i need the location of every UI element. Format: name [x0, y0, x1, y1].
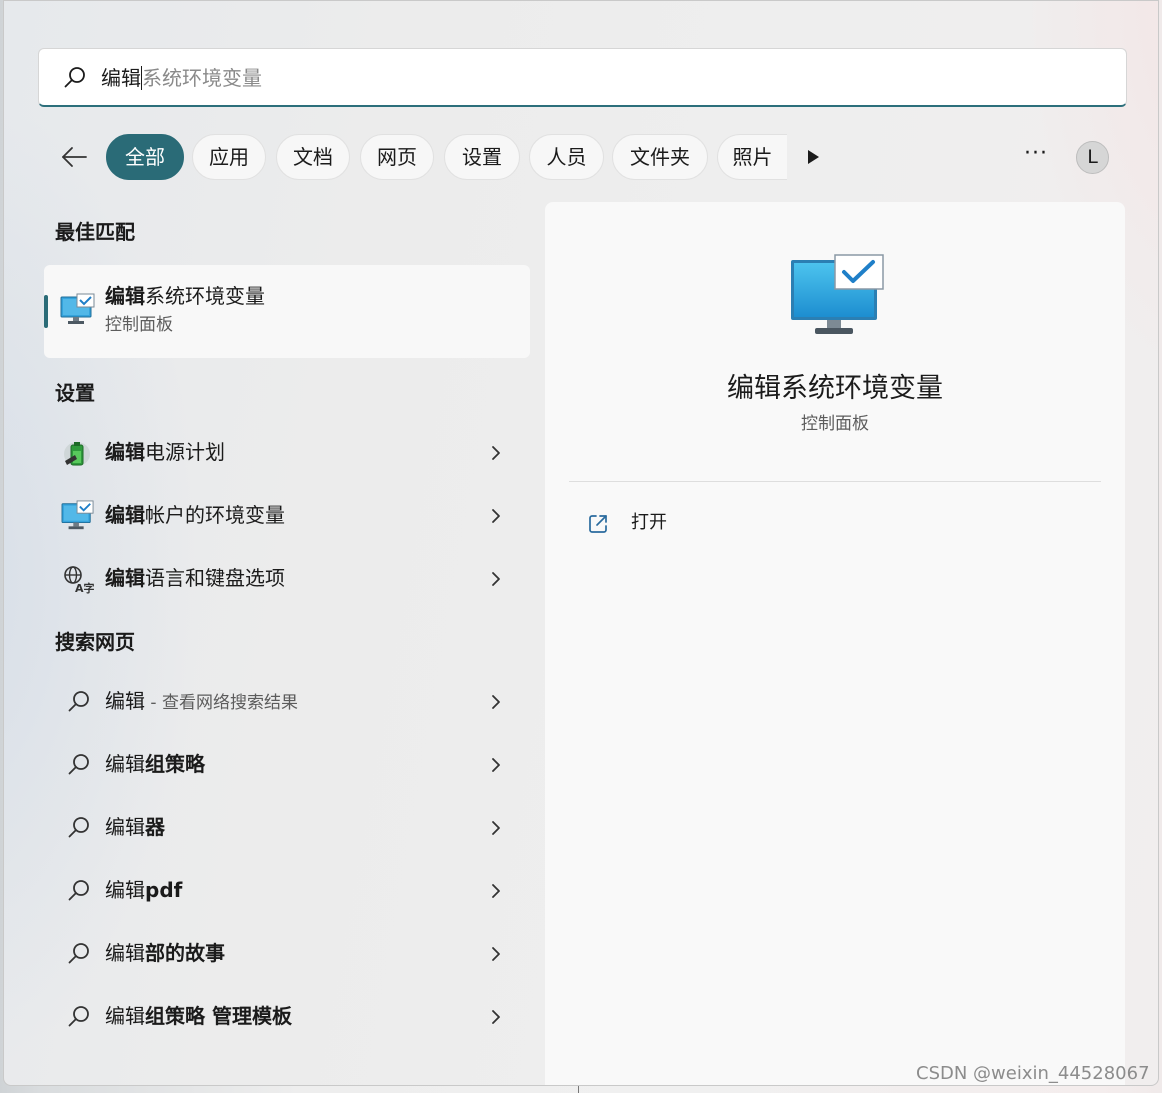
web-result-label: 编辑 - 查看网络搜索结果: [105, 689, 298, 713]
chevron-right-icon: [492, 947, 500, 961]
chevron-right-icon: [492, 446, 500, 460]
web-result-item[interactable]: 编辑 - 查看网络搜索结果: [44, 674, 530, 730]
svg-text:A字: A字: [75, 581, 95, 595]
web-result-item[interactable]: 编辑部的故事: [44, 926, 530, 982]
settings-item-label: 编辑电源计划: [105, 440, 225, 464]
watermark-text: CSDN @weixin_44528067: [916, 1063, 1150, 1084]
settings-item-power-plan[interactable]: 编辑电源计划: [44, 425, 530, 481]
web-result-item[interactable]: 编辑组策略: [44, 737, 530, 793]
search-icon: [64, 67, 85, 88]
chevron-right-icon: [492, 572, 500, 586]
arrow-left-icon: [62, 147, 87, 167]
settings-item-account-env-vars[interactable]: 编辑帐户的环境变量: [44, 488, 530, 544]
search-suggestion-text: 系统环境变量: [142, 66, 262, 90]
chevron-right-icon: [492, 884, 500, 898]
open-action-label: 打开: [631, 512, 667, 533]
monitor-check-icon: [791, 254, 884, 334]
search-typed-text: 编辑: [101, 66, 141, 90]
settings-item-label: 编辑语言和键盘选项: [105, 566, 285, 590]
monitor-check-icon: [60, 293, 95, 324]
detail-subtitle: 控制面板: [801, 414, 869, 434]
divider: [569, 481, 1101, 482]
search-icon: [68, 691, 89, 712]
best-match-subtitle: 控制面板: [105, 315, 173, 335]
search-icon: [68, 880, 89, 901]
filter-settings[interactable]: 设置: [444, 134, 520, 180]
settings-item-label: 编辑帐户的环境变量: [105, 503, 285, 527]
web-result-label: 编辑组策略 管理模板: [105, 1004, 292, 1028]
search-input[interactable]: 编辑系统环境变量: [38, 48, 1127, 107]
back-button[interactable]: [56, 141, 92, 173]
search-icon: [68, 754, 89, 775]
filter-apps[interactable]: 应用: [192, 134, 266, 180]
search-window: 编辑系统环境变量 全部 应用 文档 网页 设置 人员 文件夹 照片 ··· L …: [3, 0, 1159, 1086]
open-action-button[interactable]: 打开: [575, 505, 775, 541]
more-options-button[interactable]: ···: [1022, 141, 1050, 171]
power-plan-icon: [64, 442, 90, 466]
settings-item-language-keyboard[interactable]: A字 编辑语言和键盘选项: [44, 551, 530, 607]
monitor-check-icon: [61, 500, 94, 530]
filter-web[interactable]: 网页: [360, 134, 434, 180]
settings-heading: 设置: [55, 381, 95, 405]
filter-folders[interactable]: 文件夹: [612, 134, 708, 180]
best-match-title: 编辑系统环境变量: [105, 283, 265, 309]
web-result-item[interactable]: 编辑组策略 管理模板: [44, 989, 530, 1045]
filter-people[interactable]: 人员: [529, 134, 604, 180]
web-result-label: 编辑器: [105, 815, 165, 839]
filter-all[interactable]: 全部: [106, 134, 184, 180]
divider: [578, 1086, 579, 1093]
best-match-title-rest: 系统环境变量: [145, 284, 265, 308]
scroll-right-icon[interactable]: [805, 147, 821, 167]
detail-panel: 编辑系统环境变量 控制面板 打开: [545, 202, 1125, 1085]
language-icon: A字: [64, 566, 95, 595]
search-icon: [68, 1006, 89, 1027]
web-search-heading: 搜索网页: [55, 630, 135, 654]
chevron-right-icon: [492, 1010, 500, 1024]
web-result-label: 编辑组策略: [105, 752, 205, 776]
search-icon: [68, 817, 89, 838]
chevron-right-icon: [492, 509, 500, 523]
chevron-right-icon: [492, 695, 500, 709]
user-avatar[interactable]: L: [1076, 141, 1109, 174]
best-match-title-bold: 编辑: [105, 284, 145, 308]
chevron-right-icon: [492, 758, 500, 772]
web-result-item[interactable]: 编辑pdf: [44, 863, 530, 919]
web-result-label: 编辑pdf: [105, 878, 183, 902]
filter-bar: 全部 应用 文档 网页 设置 人员 文件夹 照片 ··· L: [4, 131, 1158, 183]
filter-documents[interactable]: 文档: [276, 134, 350, 180]
best-match-heading: 最佳匹配: [55, 220, 135, 244]
web-result-label: 编辑部的故事: [105, 941, 225, 965]
detail-title: 编辑系统环境变量: [727, 373, 943, 404]
open-external-icon: [589, 515, 607, 533]
search-icon: [68, 943, 89, 964]
filter-photos[interactable]: 照片: [717, 134, 787, 180]
best-match-item[interactable]: 编辑系统环境变量 控制面板: [44, 265, 530, 358]
web-result-item[interactable]: 编辑器: [44, 800, 530, 856]
selection-indicator: [44, 295, 48, 328]
chevron-right-icon: [492, 821, 500, 835]
